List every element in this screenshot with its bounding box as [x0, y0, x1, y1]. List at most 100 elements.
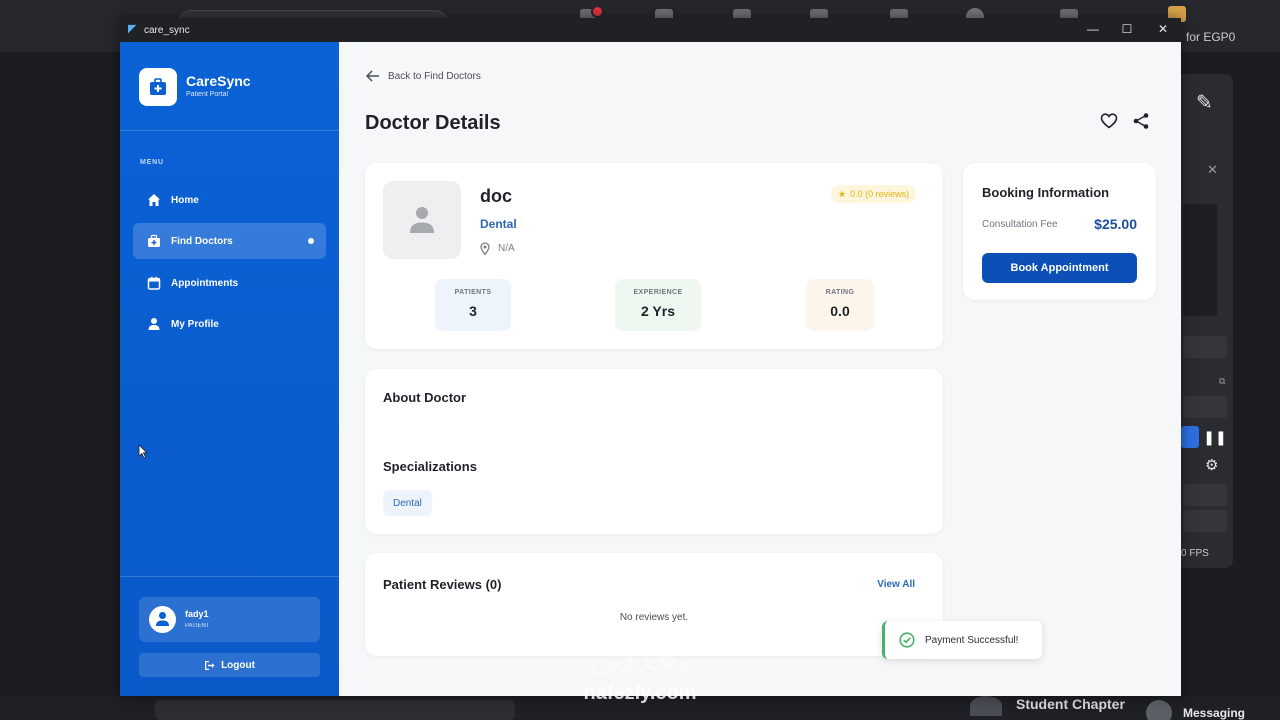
- blue-bar[interactable]: [1181, 426, 1199, 448]
- location-text: N/A: [498, 243, 515, 254]
- fps-readout: 0 FPS: [1181, 548, 1209, 559]
- doctor-photo: [383, 181, 461, 259]
- watermark-arabic: نفذلي: [587, 640, 693, 680]
- pause-icon[interactable]: ❚❚: [1203, 426, 1227, 448]
- stat-value: 2 Yrs: [641, 303, 675, 319]
- gear-icon[interactable]: ⚙: [1205, 456, 1218, 474]
- heart-icon[interactable]: [1100, 112, 1118, 130]
- sidebar-item-label: My Profile: [171, 319, 219, 330]
- rating-badge: ★ 0.0 (0 reviews): [831, 185, 917, 203]
- logout-label: Logout: [221, 659, 255, 671]
- user-card[interactable]: fady1 PATIENT: [139, 597, 320, 642]
- watermark: نفذلي nafezly.com: [560, 640, 720, 704]
- student-chapter-text: Student Chapter: [1016, 696, 1125, 712]
- specializations-title: Specializations: [383, 459, 477, 474]
- about-title: About Doctor: [383, 390, 467, 405]
- sidebar-item-my-profile[interactable]: My Profile: [133, 306, 326, 342]
- person-icon: [148, 318, 160, 330]
- no-reviews-text: No reviews yet.: [619, 612, 689, 623]
- about-card: About Doctor Specializations Dental: [365, 369, 943, 534]
- stat-value: 3: [469, 303, 477, 319]
- minimize-icon[interactable]: —: [1086, 22, 1100, 36]
- toast-notification: Payment Successful!: [882, 621, 1042, 659]
- stat-patients: PATIENTS 3: [435, 279, 511, 331]
- menu-label: MENU: [140, 159, 164, 166]
- sidebar-item-find-doctors[interactable]: Find Doctors: [133, 223, 326, 259]
- student-avatar: [970, 696, 1002, 716]
- calendar-icon: [147, 276, 161, 290]
- reviews-title: Patient Reviews (0): [383, 577, 502, 592]
- app-window: ◤ care_sync — ☐ ✕ CareSync Patient Porta…: [120, 18, 1181, 696]
- panel-bar: [1183, 510, 1227, 532]
- messaging-text[interactable]: Messaging: [1183, 706, 1245, 720]
- taskbar-fragment-text: for EGP0: [1186, 30, 1236, 44]
- share-icon[interactable]: [1132, 112, 1150, 130]
- panel-bar: [1183, 484, 1227, 506]
- bottom-segment: [155, 700, 515, 720]
- active-indicator: [308, 238, 314, 244]
- doctor-location: N/A: [480, 242, 515, 255]
- sidebar-divider: [120, 130, 339, 131]
- stat-label: RATING: [825, 289, 855, 296]
- doctor-specialty: Dental: [480, 217, 517, 231]
- brand-name: CareSync: [186, 73, 251, 89]
- medical-bag-logo-icon: [139, 68, 177, 106]
- window-titlebar: ◤ care_sync — ☐ ✕: [120, 18, 1181, 42]
- logout-button[interactable]: Logout: [139, 653, 320, 677]
- home-icon: [148, 194, 160, 206]
- back-link[interactable]: Back to Find Doctors: [366, 70, 481, 82]
- stat-value: 0.0: [830, 303, 850, 319]
- booking-title: Booking Information: [982, 185, 1110, 200]
- panel-bar: [1183, 336, 1227, 358]
- panel-bar: [1183, 396, 1227, 418]
- medical-bag-icon: [148, 234, 160, 247]
- avatar: [149, 606, 176, 633]
- brand: CareSync Patient Portal: [139, 68, 329, 108]
- star-icon: ★: [838, 188, 847, 199]
- sidebar-item-label: Appointments: [171, 278, 239, 289]
- sidebar-item-label: Find Doctors: [171, 236, 233, 247]
- dark-area: [1183, 204, 1217, 316]
- background-side-panel: ✎ ✕ ⧉ ❚❚ ⚙ 0 FPS: [1181, 74, 1233, 568]
- toast-message: Payment Successful!: [925, 634, 1019, 646]
- arrow-left-icon: [366, 70, 379, 82]
- fee-value: $25.00: [1094, 216, 1137, 232]
- close-icon[interactable]: ✕: [1207, 162, 1218, 178]
- specialization-chip: Dental: [383, 490, 432, 516]
- stat-label: PATIENTS: [454, 289, 492, 296]
- stat-rating: RATING 0.0: [806, 279, 874, 331]
- sidebar: CareSync Patient Portal MENU Home Find D…: [120, 42, 339, 696]
- book-appointment-button[interactable]: Book Appointment: [982, 253, 1137, 283]
- location-pin-icon: [480, 242, 490, 255]
- doctor-name: doc: [480, 186, 513, 206]
- rating-text: 0.0 (0 reviews): [850, 189, 910, 199]
- booking-card: Booking Information Consultation Fee $25…: [963, 163, 1156, 300]
- sidebar-divider: [120, 576, 339, 577]
- check-circle-icon: [899, 632, 915, 648]
- mouse-cursor-icon: [138, 444, 148, 459]
- page-title: Doctor Details: [365, 112, 501, 134]
- user-name: fady1: [185, 609, 209, 619]
- logout-icon: [205, 660, 215, 670]
- pencil-icon[interactable]: ✎: [1196, 90, 1213, 115]
- brand-subtitle: Patient Portal: [186, 91, 229, 98]
- back-label: Back to Find Doctors: [388, 70, 481, 82]
- stat-experience: EXPERIENCE 2 Yrs: [615, 279, 701, 331]
- sidebar-item-home[interactable]: Home: [133, 182, 326, 218]
- user-role: PATIENT: [185, 623, 210, 629]
- restore-icon[interactable]: ⧉: [1219, 376, 1225, 387]
- window-title: care_sync: [144, 25, 190, 36]
- view-all-link[interactable]: View All: [877, 579, 915, 590]
- window-close-icon[interactable]: ✕: [1156, 22, 1170, 36]
- person-placeholder-icon: [410, 207, 434, 233]
- maximize-icon[interactable]: ☐: [1120, 22, 1134, 36]
- sidebar-item-appointments[interactable]: Appointments: [133, 265, 326, 301]
- doctor-card: doc Dental N/A ★ 0.0 (0 reviews) PATIENT…: [365, 163, 943, 349]
- flutter-logo-icon: ◤: [128, 23, 137, 35]
- fee-label: Consultation Fee: [982, 219, 1058, 230]
- stat-label: EXPERIENCE: [633, 289, 683, 296]
- sidebar-item-label: Home: [171, 195, 199, 206]
- main-content: Back to Find Doctors Doctor Details doc …: [339, 42, 1181, 696]
- watermark-latin: nafezly.com: [583, 682, 697, 704]
- messaging-avatar[interactable]: [1146, 700, 1172, 720]
